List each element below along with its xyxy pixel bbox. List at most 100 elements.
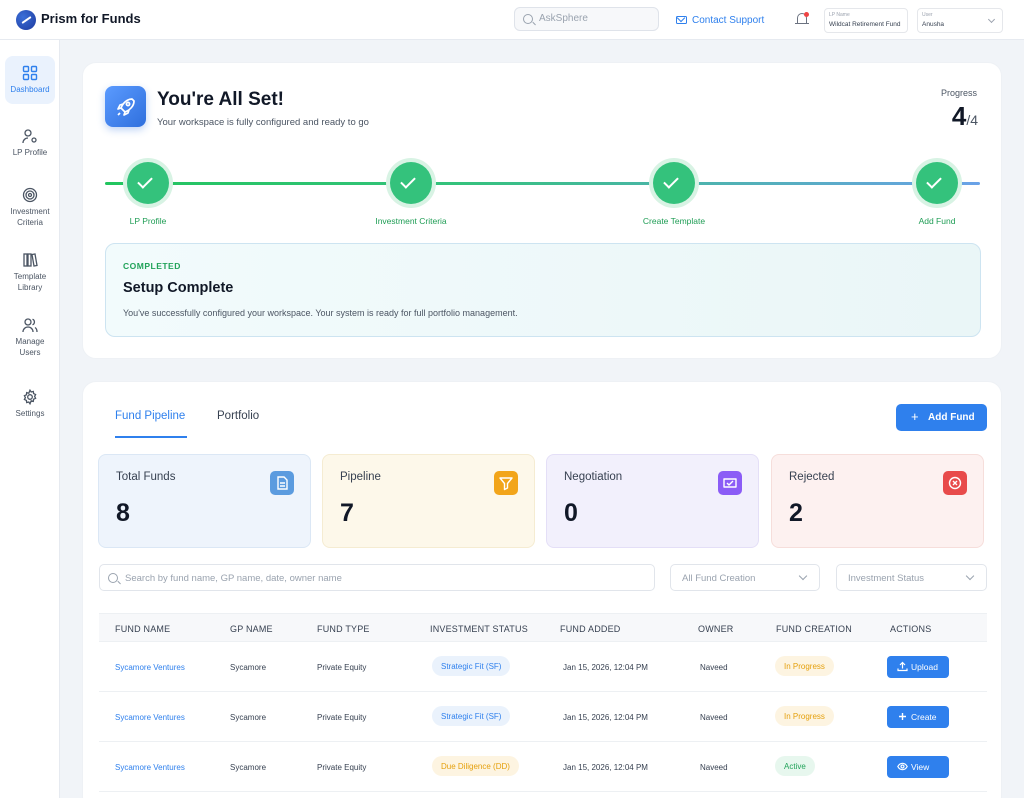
column-header[interactable]: FUND ADDED xyxy=(560,624,621,634)
investment-status-badge: Due Diligence (DD) xyxy=(432,756,519,776)
check-icon xyxy=(926,173,942,189)
step-investment-criteria[interactable] xyxy=(390,162,432,204)
stat-card-rejected[interactable]: Rejected 2 xyxy=(771,454,984,548)
fund-creation-dropdown[interactable]: All Fund Creation xyxy=(670,564,820,591)
step-label: Investment Criteria xyxy=(375,216,447,226)
setup-complete-banner: COMPLETED Setup Complete You've successf… xyxy=(105,243,981,337)
stat-value: 7 xyxy=(340,499,354,527)
search-icon xyxy=(523,14,533,24)
step-add-fund[interactable] xyxy=(916,162,958,204)
column-header[interactable]: OWNER xyxy=(698,624,734,634)
fund-creation-badge: In Progress xyxy=(775,706,834,726)
investment-status-badge: Strategic Fit (SF) xyxy=(432,656,511,676)
stat-label: Rejected xyxy=(789,471,835,483)
contact-support-label: Contact Support xyxy=(692,14,765,26)
column-header[interactable]: GP NAME xyxy=(230,624,273,634)
fund-added-date: Jan 15, 2026, 12:04 PM xyxy=(563,763,648,772)
step-label: Add Fund xyxy=(918,216,956,226)
view-button[interactable]: View xyxy=(887,756,949,778)
owner-name: Naveed xyxy=(700,663,728,672)
search-placeholder: AskSphere xyxy=(539,13,588,24)
tab-portfolio[interactable]: Portfolio xyxy=(217,410,259,422)
sidebar-item-label: Investment Criteria xyxy=(10,207,50,227)
user-label: User xyxy=(922,12,933,18)
sidebar-item-label: Template Library xyxy=(13,272,47,292)
sidebar-item-label: LP Profile xyxy=(12,148,48,157)
notification-dot xyxy=(804,12,809,17)
step-label: Create Template xyxy=(642,216,706,226)
step-label: LP Profile xyxy=(129,216,167,226)
column-header[interactable]: FUND TYPE xyxy=(317,624,370,634)
user-selector[interactable]: User Anusha xyxy=(917,8,1003,33)
filter-icon xyxy=(494,471,518,495)
add-fund-button[interactable]: + Add Fund xyxy=(896,404,987,431)
sidebar: Dashboard LP Profile Investment Criteria… xyxy=(0,40,60,798)
active-tab-indicator xyxy=(115,436,187,438)
fund-added-date: Jan 15, 2026, 12:04 PM xyxy=(563,713,648,722)
fund-search-placeholder: Search by fund name, GP name, date, owne… xyxy=(125,573,342,584)
prism-logo-icon[interactable] xyxy=(16,10,36,30)
lp-selector[interactable]: LP Name Wildcat Retirement Fund xyxy=(824,8,908,33)
mail-icon xyxy=(676,16,687,24)
step-create-template[interactable] xyxy=(653,162,695,204)
stat-value: 0 xyxy=(564,499,578,527)
stat-card-negotiation[interactable]: Negotiation 0 xyxy=(546,454,759,548)
stat-label: Pipeline xyxy=(340,471,381,483)
progress-label: Progress xyxy=(940,88,977,98)
stat-value: 2 xyxy=(789,499,803,527)
handshake-icon xyxy=(718,471,742,495)
eye-icon xyxy=(897,762,908,771)
step-lp-profile[interactable] xyxy=(127,162,169,204)
gp-name: Sycamore xyxy=(230,763,267,772)
lp-name-label: LP Name xyxy=(829,12,850,18)
tab-fund-pipeline[interactable]: Fund Pipeline xyxy=(115,410,185,422)
fund-added-date: Jan 15, 2026, 12:04 PM xyxy=(563,663,648,672)
completed-description: You've successfully configured your work… xyxy=(123,308,518,318)
stat-value: 8 xyxy=(116,499,130,527)
check-icon xyxy=(137,173,153,189)
fund-type: Private Equity xyxy=(317,713,367,722)
asksphere-search-input[interactable]: AskSphere xyxy=(514,7,659,31)
fund-name-link[interactable]: Sycamore Ventures xyxy=(115,763,185,772)
progress-value: 4/4 xyxy=(951,101,978,131)
investment-status-dropdown[interactable]: Investment Status xyxy=(836,564,987,591)
sidebar-item-manage-users[interactable]: Manage Users xyxy=(5,317,55,358)
gp-name: Sycamore xyxy=(230,713,267,722)
fund-name-link[interactable]: Sycamore Ventures xyxy=(115,663,185,672)
gear-icon xyxy=(23,389,37,405)
search-icon xyxy=(108,573,118,583)
sidebar-item-settings[interactable]: Settings xyxy=(5,389,55,419)
rocket-icon xyxy=(105,86,146,127)
target-icon xyxy=(22,187,38,203)
user-settings-icon xyxy=(22,129,37,144)
upload-button[interactable]: Upload xyxy=(887,656,949,678)
table-row: Sycamore Ventures Sycamore Private Equit… xyxy=(99,742,987,792)
users-icon xyxy=(22,318,38,333)
app-title: Prism for Funds xyxy=(41,11,141,26)
column-header[interactable]: INVESTMENT STATUS xyxy=(430,624,528,634)
table-row: Sycamore Ventures Sycamore Private Equit… xyxy=(99,642,987,692)
column-header[interactable]: ACTIONS xyxy=(890,624,931,634)
stat-card-total-funds[interactable]: Total Funds 8 xyxy=(98,454,311,548)
top-bar: Prism for Funds AskSphere Contact Suppor… xyxy=(0,0,1024,40)
plus-icon xyxy=(899,713,906,720)
sidebar-item-lp-profile[interactable]: LP Profile xyxy=(5,128,55,158)
chevron-down-icon xyxy=(987,15,996,24)
upload-icon xyxy=(897,661,908,672)
fund-search-input[interactable]: Search by fund name, GP name, date, owne… xyxy=(99,564,655,591)
user-value: Anusha xyxy=(922,21,945,28)
contact-support-link[interactable]: Contact Support xyxy=(676,13,764,27)
lp-name-value: Wildcat Retirement Fund xyxy=(829,21,901,28)
notification-bell-icon[interactable] xyxy=(795,12,809,28)
sidebar-item-investment-criteria[interactable]: Investment Criteria xyxy=(5,187,55,228)
fund-name-link[interactable]: Sycamore Ventures xyxy=(115,713,185,722)
column-header[interactable]: FUND NAME xyxy=(115,624,170,634)
completed-tag: COMPLETED xyxy=(123,261,181,271)
sidebar-item-template-library[interactable]: Template Library xyxy=(5,252,55,293)
check-icon xyxy=(400,173,416,189)
stat-label: Negotiation xyxy=(564,471,623,483)
create-button[interactable]: Create xyxy=(887,706,949,728)
stat-card-pipeline[interactable]: Pipeline 7 xyxy=(322,454,535,548)
column-header[interactable]: FUND CREATION xyxy=(776,624,852,634)
sidebar-item-dashboard[interactable]: Dashboard xyxy=(5,56,55,104)
